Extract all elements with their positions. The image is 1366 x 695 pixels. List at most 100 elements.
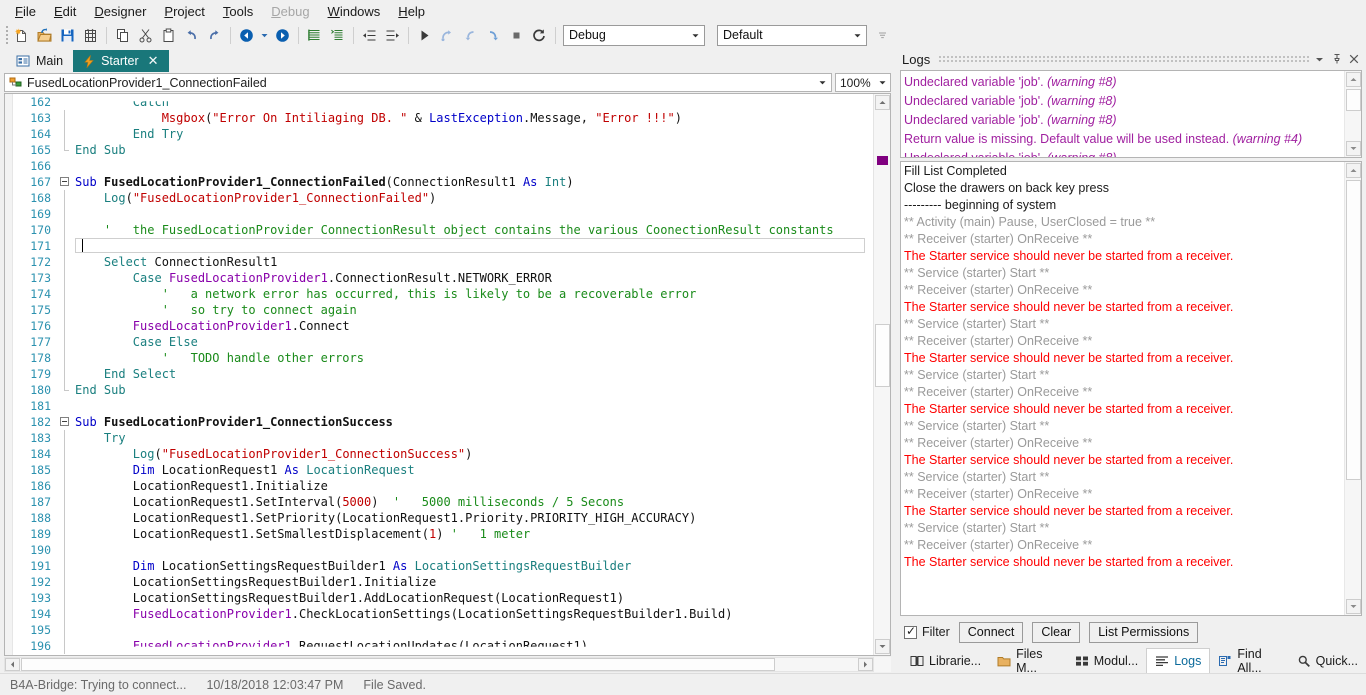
save-icon[interactable] bbox=[56, 24, 79, 46]
paste-icon[interactable] bbox=[157, 24, 180, 46]
menu-item-edit[interactable]: Edit bbox=[45, 2, 85, 21]
compiler-warnings-box[interactable]: Undeclared variable 'job'. (warning #8) U… bbox=[900, 70, 1362, 158]
pin-icon[interactable] bbox=[1328, 50, 1345, 68]
menu-item-tools[interactable]: Tools bbox=[214, 2, 262, 21]
fold-margin[interactable] bbox=[59, 206, 73, 222]
dock-tab-modules[interactable]: Modul... bbox=[1067, 648, 1146, 673]
fold-margin[interactable] bbox=[59, 558, 73, 574]
scroll-down-icon[interactable] bbox=[1346, 599, 1361, 614]
fold-margin[interactable] bbox=[59, 638, 73, 654]
log-scrollbar[interactable] bbox=[1344, 162, 1361, 615]
menu-item-help[interactable]: Help bbox=[389, 2, 434, 21]
fold-margin[interactable] bbox=[59, 126, 73, 142]
scroll-thumb[interactable] bbox=[21, 658, 775, 671]
fold-margin[interactable] bbox=[59, 606, 73, 622]
menu-item-project[interactable]: Project bbox=[155, 2, 213, 21]
undo-icon[interactable] bbox=[180, 24, 203, 46]
checkbox-box[interactable] bbox=[904, 624, 917, 639]
scroll-up-icon[interactable] bbox=[1346, 163, 1361, 178]
cut-icon[interactable] bbox=[134, 24, 157, 46]
scroll-thumb[interactable] bbox=[875, 324, 890, 387]
open-folder-icon[interactable] bbox=[33, 24, 56, 46]
fold-margin[interactable] bbox=[59, 158, 73, 174]
code-editor[interactable]: 162 Catch 163 Msgbox("Error On Intiliagin… bbox=[4, 93, 891, 656]
menu-item-file[interactable]: File bbox=[6, 2, 45, 21]
outdent-icon[interactable] bbox=[358, 24, 381, 46]
run-icon[interactable] bbox=[413, 24, 436, 46]
fold-margin[interactable] bbox=[59, 382, 73, 398]
fold-margin[interactable] bbox=[59, 110, 73, 126]
close-icon[interactable] bbox=[1345, 50, 1362, 68]
navigate-back-icon[interactable] bbox=[235, 24, 258, 46]
fold-margin[interactable] bbox=[59, 302, 73, 318]
fold-margin[interactable] bbox=[59, 430, 73, 446]
scroll-down-icon[interactable] bbox=[875, 639, 890, 654]
chevron-down-icon[interactable] bbox=[1311, 50, 1328, 68]
fold-margin[interactable] bbox=[59, 398, 73, 414]
fold-margin[interactable] bbox=[59, 590, 73, 606]
menu-item-windows[interactable]: Windows bbox=[319, 2, 390, 21]
editor-vertical-scrollbar[interactable] bbox=[873, 94, 890, 655]
fold-margin[interactable] bbox=[59, 334, 73, 350]
fold-margin[interactable] bbox=[59, 318, 73, 334]
dock-tab-files[interactable]: Files M... bbox=[989, 647, 1067, 675]
fold-margin[interactable] bbox=[59, 478, 73, 494]
fold-margin[interactable] bbox=[59, 622, 73, 638]
editor-horizontal-scrollbar[interactable] bbox=[4, 657, 874, 672]
clear-button[interactable]: Clear bbox=[1032, 621, 1081, 643]
navigate-back-dropdown-icon[interactable] bbox=[258, 24, 271, 46]
comment-block-icon[interactable] bbox=[303, 24, 326, 46]
panel-drag-handle[interactable] bbox=[938, 55, 1311, 63]
log-output-box[interactable]: Fill List Completed Close the drawers on … bbox=[900, 161, 1362, 616]
editor-tab-starter[interactable]: Starter ✕ bbox=[73, 50, 169, 72]
filter-checkbox[interactable]: Filter bbox=[904, 624, 950, 639]
fold-margin[interactable] bbox=[59, 270, 73, 286]
fold-margin[interactable] bbox=[59, 286, 73, 302]
fold-margin[interactable] bbox=[59, 174, 73, 190]
fold-margin[interactable] bbox=[59, 510, 73, 526]
zoom-level-combo[interactable]: 100% bbox=[835, 73, 891, 92]
dock-tab-quick-search[interactable]: Quick... bbox=[1289, 648, 1366, 673]
editor-tab-main[interactable]: Main bbox=[6, 50, 73, 72]
close-icon[interactable]: ✕ bbox=[148, 53, 159, 69]
fold-margin[interactable] bbox=[59, 366, 73, 382]
scroll-down-icon[interactable] bbox=[1346, 141, 1361, 156]
fold-margin[interactable] bbox=[59, 446, 73, 462]
scroll-up-icon[interactable] bbox=[1346, 72, 1361, 87]
step-out-icon[interactable] bbox=[482, 24, 505, 46]
navigate-forward-icon[interactable] bbox=[271, 24, 294, 46]
designer-icon[interactable] bbox=[79, 24, 102, 46]
scroll-left-icon[interactable] bbox=[5, 658, 20, 671]
toolbar-overflow-icon[interactable] bbox=[875, 24, 889, 46]
build-config-combo[interactable]: Default bbox=[717, 24, 867, 46]
dock-tab-libraries[interactable]: Librarie... bbox=[902, 648, 989, 673]
scroll-thumb[interactable] bbox=[1346, 89, 1361, 111]
fold-margin[interactable] bbox=[59, 254, 73, 270]
fold-margin[interactable] bbox=[59, 222, 73, 238]
step-into-icon[interactable] bbox=[459, 24, 482, 46]
redo-icon[interactable] bbox=[203, 24, 226, 46]
step-over-icon[interactable] bbox=[436, 24, 459, 46]
connect-button[interactable]: Connect bbox=[958, 621, 1024, 643]
fold-margin[interactable] bbox=[59, 494, 73, 510]
fold-margin[interactable] bbox=[59, 94, 73, 110]
fold-margin[interactable] bbox=[59, 526, 73, 542]
fold-margin[interactable] bbox=[59, 238, 73, 254]
indent-icon[interactable] bbox=[381, 24, 404, 46]
member-dropdown[interactable]: FusedLocationProvider1_ConnectionFailed bbox=[4, 73, 832, 92]
scroll-up-icon[interactable] bbox=[875, 95, 890, 110]
list-permissions-button[interactable]: List Permissions bbox=[1089, 621, 1199, 643]
restart-icon[interactable] bbox=[528, 24, 551, 46]
dock-tab-find-all[interactable]: Find All... bbox=[1210, 647, 1288, 675]
configuration-combo[interactable]: Debug bbox=[563, 24, 705, 46]
dock-tab-logs[interactable]: Logs bbox=[1146, 648, 1211, 673]
warnings-scrollbar[interactable] bbox=[1344, 71, 1361, 157]
fold-margin[interactable] bbox=[59, 462, 73, 478]
scroll-thumb[interactable] bbox=[1346, 180, 1361, 480]
fold-margin[interactable] bbox=[59, 414, 73, 430]
copy-icon[interactable] bbox=[111, 24, 134, 46]
fold-margin[interactable] bbox=[59, 574, 73, 590]
fold-margin[interactable] bbox=[59, 350, 73, 366]
uncomment-block-icon[interactable] bbox=[326, 24, 349, 46]
fold-margin[interactable] bbox=[59, 142, 73, 158]
